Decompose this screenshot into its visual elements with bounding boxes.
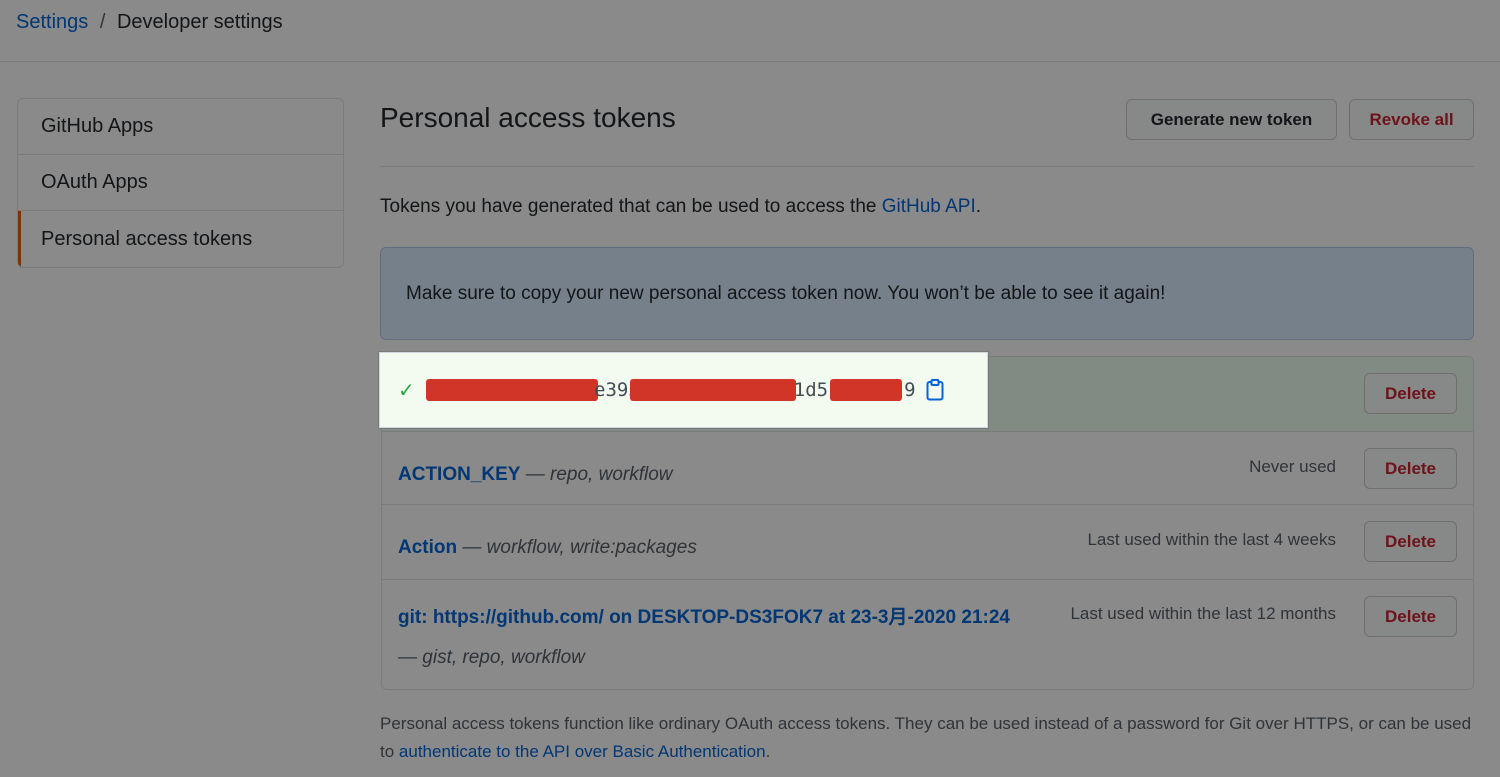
new-token-highlight: ✓ e395 1d5 9 <box>379 352 988 428</box>
redaction-bar <box>629 379 796 401</box>
redaction-bar <box>830 379 903 401</box>
clipboard-icon[interactable] <box>926 379 944 401</box>
new-token-value[interactable]: e395 1d5 9 <box>426 379 916 401</box>
check-icon: ✓ <box>398 379 415 402</box>
token-fragment: 1d5 <box>793 379 829 401</box>
redaction-bar <box>426 379 598 401</box>
token-fragment: 9 <box>904 379 916 401</box>
